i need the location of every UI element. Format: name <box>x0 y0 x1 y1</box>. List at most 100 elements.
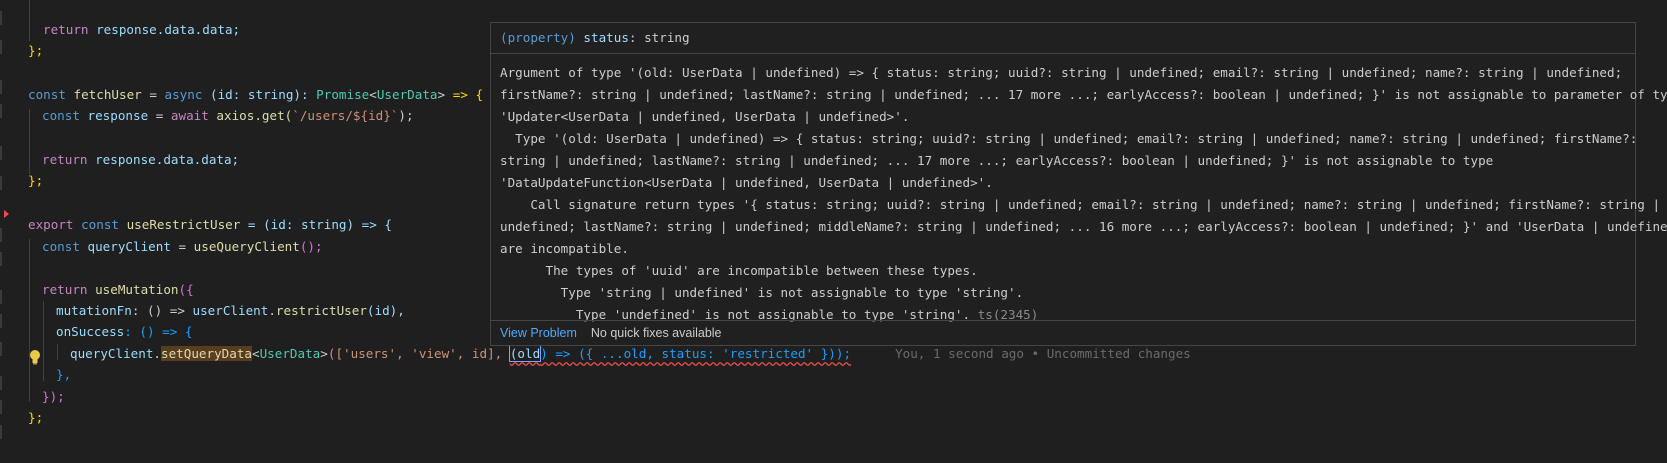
gutter-change-marker <box>0 290 2 304</box>
property-name: onSuccess <box>56 324 125 339</box>
error-code-text: ) => ({ ...old, status: 'restricted' }))… <box>540 346 852 361</box>
lightbulb-icon[interactable] <box>28 349 42 365</box>
code-text: }; <box>28 410 44 425</box>
code-text: = (id: string) => { <box>240 217 392 232</box>
keyword: return <box>43 22 89 37</box>
function-call: axios.get( <box>208 108 293 123</box>
function-call: useQueryClient <box>193 239 300 254</box>
diagnostic-line: Type '(old: UserData | undefined) => { s… <box>500 131 1638 146</box>
code-line: }; <box>28 407 43 429</box>
code-line: }; <box>28 40 43 62</box>
code-text: . <box>268 303 276 318</box>
code-text: = <box>148 108 171 123</box>
keyword: async <box>164 87 203 102</box>
property-name: mutationFn <box>56 303 132 318</box>
function-name: fetchUser <box>73 87 142 102</box>
function-call-highlighted: setQueryData <box>161 346 252 361</box>
gutter-change-marker <box>0 146 2 160</box>
error-gutter-icon <box>4 210 9 218</box>
indent-guide <box>29 239 30 402</box>
variable: queryClient <box>79 239 171 254</box>
diagnostic-line: The types of 'uuid' are incompatible bet… <box>500 263 978 278</box>
hover-property-type: : string <box>628 30 690 45</box>
variable: response <box>79 108 149 123</box>
code-text: (id), <box>366 303 405 318</box>
code-text: response.data.data; <box>88 22 241 37</box>
code-text: }; <box>28 43 44 58</box>
code-text: }, <box>56 367 72 382</box>
function-call: restrictUser <box>275 303 367 318</box>
keyword: return <box>42 282 88 297</box>
indent-guide <box>57 344 58 360</box>
code-line: }, <box>56 364 71 386</box>
code-text: ); <box>398 108 414 123</box>
gutter-change-marker <box>0 104 2 118</box>
diagnostic-line: firstName?: string | undefined; lastName… <box>500 87 1667 102</box>
code-text: }; <box>28 173 44 188</box>
hover-status-bar: View Problem No quick fixes available <box>491 320 1635 345</box>
indent-guide <box>29 0 30 41</box>
code-line: mutationFn: () => userClient.restrictUse… <box>56 300 405 322</box>
hover-popup[interactable]: (property) status: string Argument of ty… <box>490 22 1667 346</box>
no-quick-fixes-label: No quick fixes available <box>590 326 722 340</box>
hover-signature-prefix: (property) <box>500 30 584 45</box>
keyword: const <box>42 108 80 123</box>
hover-signature: (property) status: string <box>491 23 1635 54</box>
diagnostic-line: are incompatible. <box>500 241 629 256</box>
variable: queryClient <box>70 346 154 361</box>
diagnostic-line: Type 'string | undefined' is not assigna… <box>500 285 1024 300</box>
gutter-change-marker <box>0 228 2 242</box>
gutter-change-marker <box>0 11 2 25</box>
keyword: return <box>42 152 88 167</box>
code-line: const queryClient = useQueryClient(); <box>42 236 323 258</box>
type-name: Promise <box>316 87 370 102</box>
code-text: (id: string): <box>202 87 317 102</box>
string-literal: `/users/${id}` <box>292 108 399 123</box>
hover-property-name: status <box>583 30 629 45</box>
keyword: const <box>42 239 80 254</box>
code-line: return response.data.data; <box>42 149 239 171</box>
keyword: const <box>73 217 119 232</box>
code-line[interactable]: queryClient.setQueryData<UserData>(['use… <box>70 343 1191 365</box>
gutter-change-marker <box>0 314 2 328</box>
code-text: = <box>141 87 165 102</box>
code-text: < <box>252 346 260 361</box>
view-problem-link[interactable]: View Problem <box>500 326 577 340</box>
gutter-change-marker <box>0 425 2 439</box>
code-text: > <box>437 87 446 102</box>
code-text: (['users', 'view', id], <box>327 346 510 361</box>
diagnostic-message: Argument of type '(old: UserData | undef… <box>491 54 1667 326</box>
gutter-change-marker <box>0 400 2 414</box>
code-text: = <box>170 239 194 254</box>
code-text: response.data.data; <box>87 152 240 167</box>
keyword: const <box>28 87 66 102</box>
diagnostic-line: Argument of type '(old: UserData | undef… <box>500 65 1623 80</box>
code-line: const fetchUser = async (id: string): Pr… <box>28 84 483 106</box>
diagnostic-line: Call signature return types '{ status: s… <box>500 197 1661 212</box>
code-text: > <box>320 346 328 361</box>
code-text: }); <box>42 389 65 404</box>
code-line: }; <box>28 170 43 192</box>
code-text: ({ <box>178 282 194 297</box>
code-text: : () => <box>131 303 193 318</box>
code-text: => { <box>445 87 484 102</box>
indent-guide <box>29 109 30 174</box>
code-text: (); <box>299 239 323 254</box>
git-blame-annotation: You, 1 second ago • Uncommitted changes <box>895 346 1191 361</box>
function-name: useRestrictUser <box>119 217 241 232</box>
indent-guide <box>43 301 44 381</box>
gutter-change-marker <box>0 176 2 190</box>
code-line: export const useRestrictUser = (id: stri… <box>28 214 392 236</box>
code-text: . <box>153 346 161 361</box>
type-name: UserData <box>376 87 438 102</box>
keyword: export <box>28 217 74 232</box>
code-line: return response.data.data; <box>43 19 240 41</box>
gutter-change-marker <box>0 40 2 54</box>
diagnostic-line: undefined; lastName?: string | undefined… <box>500 219 1667 234</box>
keyword: await <box>170 108 209 123</box>
diagnostic-line: 'DataUpdateFunction<UserData | undefined… <box>500 175 993 190</box>
selected-parameter[interactable]: (old <box>508 345 542 362</box>
function-call: useMutation <box>87 282 179 297</box>
gutter-change-marker <box>0 342 2 356</box>
code-text: : () => { <box>124 324 193 339</box>
